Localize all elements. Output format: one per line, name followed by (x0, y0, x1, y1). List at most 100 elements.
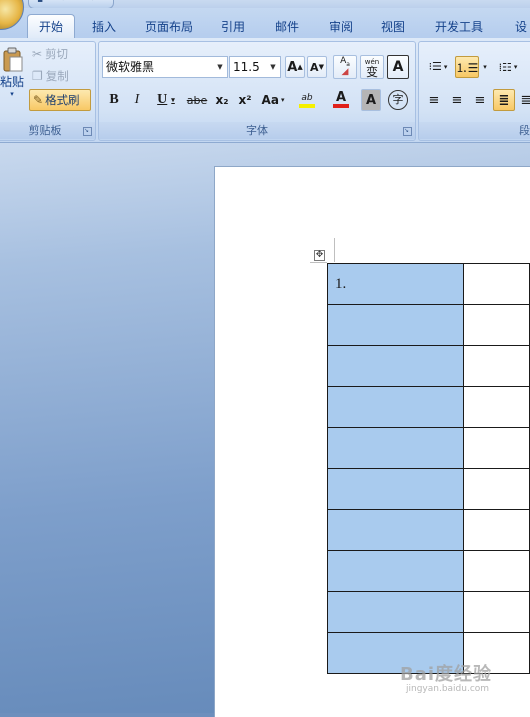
justify-button[interactable]: ≣ (493, 89, 515, 111)
tab-view[interactable]: 视图 (370, 17, 416, 38)
font-size-combo[interactable]: 11.5 ▼ (229, 56, 281, 78)
align-right-button[interactable]: ≡ (469, 89, 491, 111)
align-center-button[interactable]: ≡ (446, 89, 468, 111)
tab-home[interactable]: 开始 (27, 14, 75, 39)
table-cell[interactable] (462, 591, 530, 633)
table-cell-selected[interactable] (327, 386, 464, 428)
tab-references[interactable]: 引用 (210, 17, 256, 38)
character-border-button[interactable]: A (387, 55, 409, 79)
table-cell-selected[interactable] (327, 550, 464, 592)
numbering-button[interactable]: ⒈☰ (455, 56, 479, 78)
clipboard-launcher-icon[interactable]: ↘ (83, 127, 92, 136)
phonetic-char: 变 (365, 65, 378, 79)
change-case-button[interactable]: Aa ▾ (257, 89, 289, 111)
table-row: 1. (327, 263, 530, 305)
subscript-button[interactable]: x₂ (211, 89, 233, 111)
table-row (327, 345, 530, 387)
table-cell[interactable] (462, 468, 530, 510)
table-cell-selected[interactable] (327, 304, 464, 346)
chevron-down-icon[interactable]: ▼ (268, 57, 278, 77)
phonetic-guide-button[interactable]: wén 变 (360, 55, 384, 79)
highlight-button[interactable]: ab (291, 88, 323, 112)
table-cell[interactable] (462, 304, 530, 346)
highlight-swatch (299, 103, 315, 108)
scissors-icon: ✂ (32, 47, 43, 61)
bullets-button[interactable]: ⁝☰ ▾ (423, 56, 453, 78)
copy-label: 复制 (45, 69, 69, 83)
numbered-list-icon: ⒈☰ (455, 60, 479, 75)
highlight-label: ab (301, 92, 313, 103)
chevron-down-icon: ▾ (171, 96, 175, 104)
table-cell-selected[interactable]: 1. (327, 263, 464, 305)
copy-button[interactable]: ❐ 复制 (31, 67, 83, 85)
multilevel-list-button[interactable]: ⁞☷ ▾ (491, 56, 525, 78)
superscript-button[interactable]: x² (234, 89, 256, 111)
character-shading-button[interactable]: A (361, 89, 381, 111)
enclose-characters-button[interactable]: 字 (386, 88, 410, 112)
tab-page-layout[interactable]: 页面布局 (136, 17, 202, 38)
chevron-down-icon: ▾ (280, 96, 285, 104)
bullet-list-icon: ⁝☰ (428, 60, 442, 73)
chevron-down-icon: ▾ (443, 63, 448, 71)
table-cell[interactable] (462, 386, 530, 428)
clear-format-button[interactable]: Aa ◢ (333, 55, 357, 79)
shrink-font-label: A (310, 60, 319, 74)
table-cell[interactable] (462, 427, 530, 469)
table-cell-selected[interactable] (327, 427, 464, 469)
bold-button[interactable]: B (103, 89, 125, 111)
table-cell-selected[interactable] (327, 345, 464, 387)
font-color-button[interactable]: A (325, 88, 357, 112)
font-group-label: 字体 (99, 122, 415, 139)
table-move-handle-icon[interactable]: ✥ (314, 250, 325, 261)
chevron-down-icon[interactable]: ▼ (215, 57, 225, 77)
brush-icon: ✎ (33, 93, 44, 107)
font-name-value: 微软雅黑 (106, 60, 155, 74)
table-cell[interactable] (462, 509, 530, 551)
paste-button[interactable]: 粘贴 ▾ (0, 46, 25, 104)
font-group: 微软雅黑 ▼ 11.5 ▼ A ▲ A ▼ Aa ◢ wén 变 A B I U… (98, 41, 416, 141)
numbering-dropdown[interactable]: ▾ (479, 56, 491, 78)
watermark: Bai度经验 jingyan.baidu.com (400, 660, 530, 710)
distributed-button[interactable]: ≣ (517, 89, 530, 111)
table-row (327, 386, 530, 428)
document-table[interactable]: 1. (327, 263, 530, 674)
save-icon[interactable]: ▪ (37, 0, 47, 5)
italic-button[interactable]: I (126, 89, 148, 111)
table-cell[interactable] (462, 263, 530, 305)
subscript-label: x₂ (215, 93, 229, 107)
enclose-characters-label: 字 (388, 90, 408, 110)
change-case-label: Aa (261, 93, 279, 107)
font-size-value: 11.5 (233, 60, 260, 74)
tab-mailings[interactable]: 邮件 (264, 17, 310, 38)
align-left-button[interactable]: ≡ (423, 89, 445, 111)
font-color-swatch (333, 104, 349, 108)
tab-settings[interactable]: 设 (506, 17, 530, 38)
align-left-icon: ≡ (428, 92, 440, 108)
font-launcher-icon[interactable]: ↘ (403, 127, 412, 136)
table-cell-selected[interactable] (327, 591, 464, 633)
italic-label: I (134, 92, 140, 107)
format-painter-button[interactable]: ✎ 格式刷 (29, 89, 91, 111)
caret-down-icon: ▼ (318, 63, 324, 71)
cut-button[interactable]: ✂ 剪切 (31, 45, 83, 63)
tab-insert[interactable]: 插入 (82, 17, 126, 38)
undo-icon[interactable]: ↶ (61, 0, 71, 5)
shrink-font-button[interactable]: A ▼ (307, 56, 327, 78)
table-cell-selected[interactable] (327, 468, 464, 510)
tab-review[interactable]: 审阅 (318, 17, 364, 38)
caret-up-icon: ▲ (297, 63, 303, 71)
font-name-combo[interactable]: 微软雅黑 ▼ (102, 56, 228, 78)
ribbon: 粘贴 ▾ ✂ 剪切 ❐ 复制 ✎ 格式刷 剪贴板 ↘ 微软雅黑 ▼ 11.5 ▼… (0, 38, 530, 143)
superscript-label: x² (238, 93, 252, 107)
cut-label: 剪切 (45, 47, 69, 61)
strikethrough-button[interactable]: abe (184, 89, 210, 111)
grow-font-button[interactable]: A ▲ (285, 56, 305, 78)
multilevel-list-icon: ⁞☷ (498, 60, 512, 74)
table-cell[interactable] (462, 550, 530, 592)
underline-button[interactable]: U ▾ (150, 89, 182, 111)
table-cell[interactable] (462, 345, 530, 387)
tab-developer[interactable]: 开发工具 (426, 17, 492, 38)
redo-icon[interactable]: ↷ (87, 0, 97, 5)
margin-corner-mark (334, 238, 335, 262)
table-cell-selected[interactable] (327, 509, 464, 551)
